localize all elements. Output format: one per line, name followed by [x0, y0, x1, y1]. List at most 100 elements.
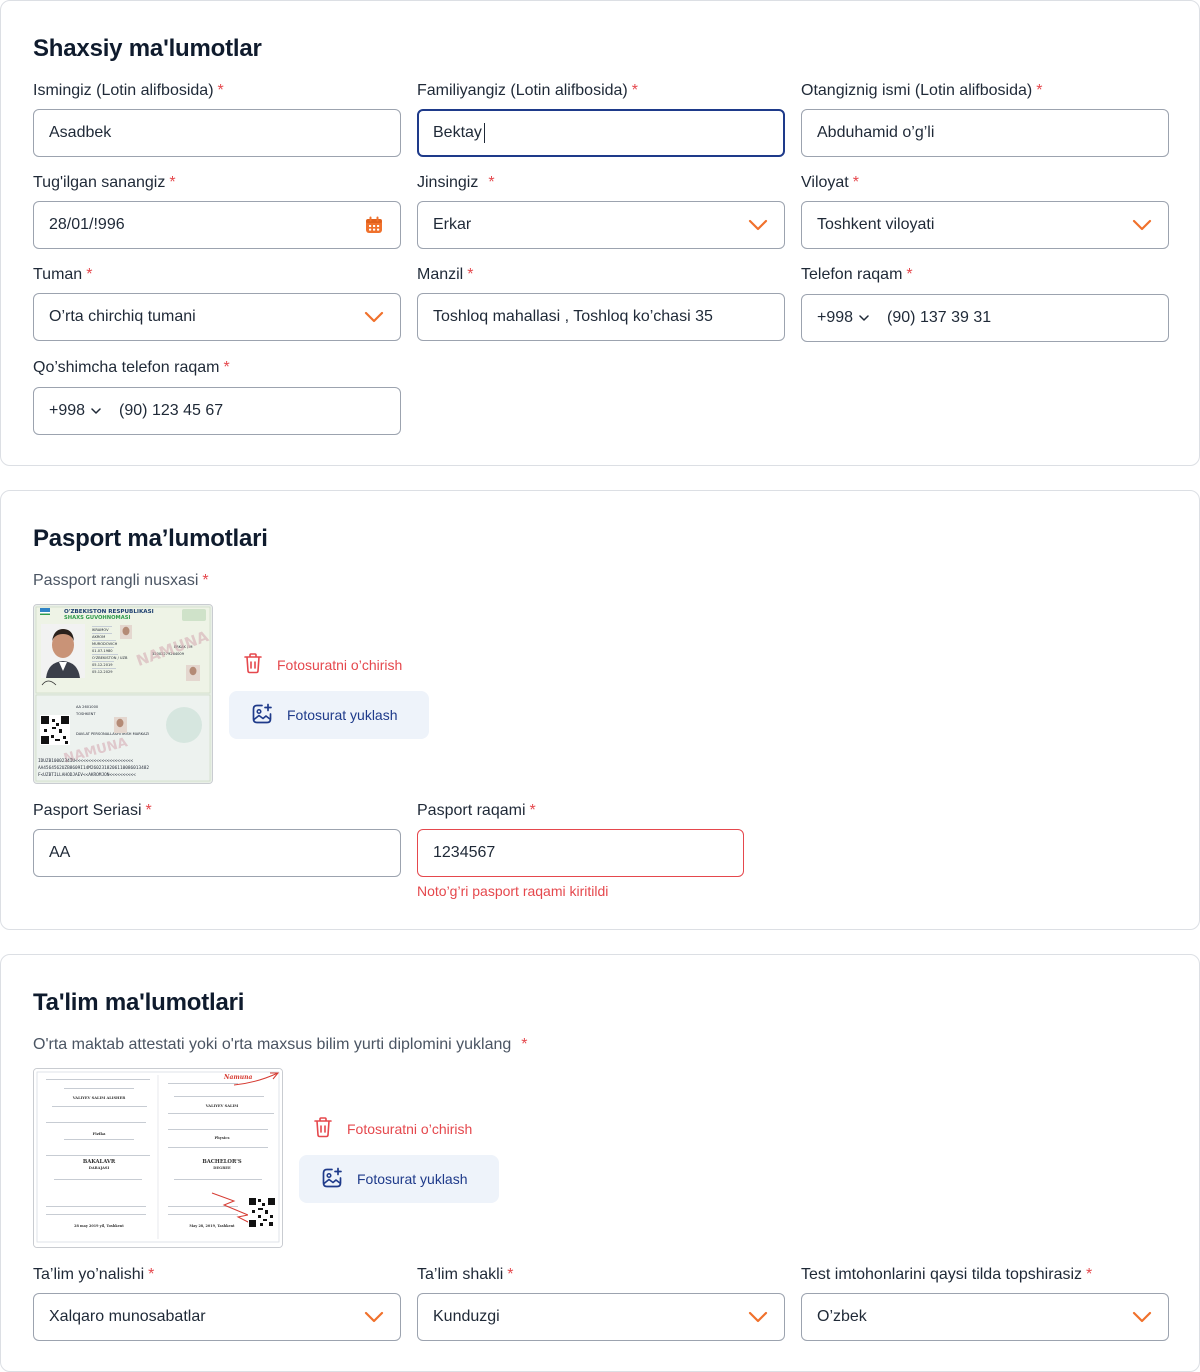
chevron-down-icon — [1131, 1306, 1153, 1328]
birth-date-field[interactable]: 28/01/!996 — [33, 201, 401, 249]
gender-value: Erkar — [433, 216, 472, 233]
last-name-field[interactable]: Bektay — [417, 109, 785, 157]
diploma-left-degree: BAKALAVR — [83, 1159, 116, 1165]
address-label: Manzil * — [417, 266, 474, 283]
id-nationality-back: AA 2601000 — [76, 705, 99, 709]
diploma-right-name: VALIYEV SALIM — [205, 1104, 238, 1108]
chevron-down-icon — [91, 402, 101, 420]
district-label: Tuman * — [33, 266, 93, 283]
direction-value: Xalqaro munosabatlar — [49, 1308, 206, 1325]
diploma-left-name: VALIYEV SALIM ALISHER — [72, 1096, 125, 1100]
phone-value: (90) 137 39 31 — [887, 309, 992, 326]
gender-label: Jinsingiz * — [417, 174, 495, 191]
study-form-value: Kunduzgi — [433, 1308, 500, 1325]
passport-copy-label: Passport rangli nusxasi * — [33, 572, 209, 589]
patronymic-label: Otangiznig ismi (Lotin alifbosida) * — [801, 82, 1043, 99]
calendar-icon[interactable] — [363, 214, 385, 236]
passport-number-value: 1234567 — [433, 844, 496, 861]
chevron-down-icon — [363, 306, 385, 328]
id-dob: 01.07.1980 — [92, 649, 113, 653]
chevron-down-icon — [747, 1306, 769, 1328]
country-code-select[interactable]: +998 — [817, 309, 869, 327]
education-info-title: Ta'lim ma'lumotlari — [33, 989, 245, 1016]
exam-language-value: O’zbek — [817, 1308, 867, 1325]
chevron-down-icon — [363, 1306, 385, 1328]
passport-series-field[interactable]: AA — [33, 829, 401, 877]
id-mrz3: F<UZBTILLAHODJAEV<<AKROMJON<<<<<<<<<< — [38, 772, 136, 778]
diploma-left-field: Fizika — [93, 1131, 106, 1136]
chevron-down-icon — [859, 309, 869, 327]
trash-icon — [243, 652, 263, 677]
diploma-left-degree2: DARAJASI — [89, 1166, 110, 1170]
exam-language-select[interactable]: O’zbek — [801, 1293, 1169, 1341]
personal-info-card: Shaxsiy ma'lumotlar Ismingiz (Lotin alif… — [0, 0, 1200, 466]
exam-language-label: Test imtohonlarini qaysi tilda topshiras… — [801, 1266, 1093, 1283]
id-mrz1: IDUZB1000234IU<<<<<<<<<<<<<<<<<<<<<< — [38, 758, 134, 764]
region-label: Viloyat * — [801, 174, 859, 191]
id-place: TOSHKENT — [75, 712, 96, 716]
passport-info-title: Pasport ma’lumotlari — [33, 525, 268, 552]
passport-series-label: Pasport Seriasi * — [33, 802, 152, 819]
chevron-down-icon — [1131, 214, 1153, 236]
passport-series-value: AA — [49, 844, 71, 861]
address-field[interactable]: Toshloq mahallasi , Toshloq ko’chasi 35 — [417, 293, 785, 341]
delete-diploma-photo-button[interactable]: Fotosuratni o’chirish — [313, 1116, 472, 1141]
passport-number-field[interactable]: 1234567 — [417, 829, 744, 877]
id-given: AKROM — [92, 635, 105, 639]
district-value: O’rta chirchiq tumani — [49, 308, 196, 325]
address-value: Toshloq mahallasi , Toshloq ko’chasi 35 — [433, 308, 713, 325]
diploma-right-date: May 28, 2019, Tashkent — [189, 1224, 235, 1228]
extra-phone-value: (90) 123 45 67 — [119, 402, 224, 419]
id-doc-name: SHAXS GUVOHNOMASI — [64, 615, 130, 621]
last-name-label: Familiyangiz (Lotin alifbosida) * — [417, 82, 638, 99]
diploma-right-degree2: DEGREE — [213, 1166, 231, 1170]
id-patronymic: MURODOVICH — [92, 642, 118, 646]
delete-passport-photo-button[interactable]: Fotosuratni o’chirish — [243, 652, 402, 677]
direction-label: Ta’lim yo’nalishi * — [33, 1266, 155, 1283]
region-select[interactable]: Toshkent viloyati — [801, 201, 1169, 249]
last-name-value: Bektay — [433, 124, 482, 142]
diploma-right-field: Physics — [214, 1136, 229, 1140]
extra-phone-label: Qo’shimcha telefon raqam * — [33, 359, 230, 376]
trash-icon — [313, 1116, 333, 1141]
diploma-upload-hint: O'rta maktab attestati yoki o'rta maxsus… — [33, 1036, 528, 1053]
diploma-right-degree: BACHELOR'S — [202, 1159, 241, 1165]
country-code-select[interactable]: +998 — [49, 402, 101, 420]
phone-label: Telefon raqam * — [801, 266, 913, 283]
id-mrz2: AA4564562UZB8609I14M26023182061100860134… — [38, 765, 149, 771]
region-value: Toshkent viloyati — [817, 216, 935, 233]
education-info-card: Ta'lim ma'lumotlari O'rta maktab attesta… — [0, 954, 1200, 1372]
direction-select[interactable]: Xalqaro munosabatlar — [33, 1293, 401, 1341]
first-name-field[interactable]: Asadbek — [33, 109, 401, 157]
id-surname: IKRAMOV — [92, 628, 109, 632]
passport-number-error: Noto’g’ri pasport raqami kiritildi — [417, 883, 609, 899]
study-form-label: Ta’lim shakli * — [417, 1266, 514, 1283]
id-issue: 05.12.2019 — [92, 663, 113, 667]
id-authority: DAVLAT PERSONALLASHTIRISH MARKAZI — [76, 732, 149, 736]
passport-number-label: Pasport raqami * — [417, 802, 536, 819]
passport-info-card: Pasport ma’lumotlari Passport rangli nus… — [0, 490, 1200, 930]
upload-diploma-photo-button[interactable]: Fotosurat yuklash — [299, 1155, 499, 1203]
chevron-down-icon — [747, 214, 769, 236]
study-form-select[interactable]: Kunduzgi — [417, 1293, 785, 1341]
image-add-icon — [251, 703, 273, 728]
extra-phone-field[interactable]: +998 (90) 123 45 67 — [33, 387, 401, 435]
birth-date-label: Tug'ilgan sanangiz * — [33, 174, 176, 191]
gender-select[interactable]: Erkar — [417, 201, 785, 249]
passport-image: O'ZBEKISTON RESPUBLIKASI SHAXS GUVOHNOMA… — [33, 604, 213, 784]
first-name-label: Ismingiz (Lotin alifbosida) * — [33, 82, 224, 99]
first-name-value: Asadbek — [49, 124, 112, 141]
patronymic-value: Abduhamid o’g’li — [817, 124, 935, 141]
personal-info-title: Shaxsiy ma'lumotlar — [33, 35, 262, 62]
patronymic-field[interactable]: Abduhamid o’g’li — [801, 109, 1169, 157]
text-caret — [483, 123, 485, 143]
phone-field[interactable]: +998 (90) 137 39 31 — [801, 294, 1169, 342]
district-select[interactable]: O’rta chirchiq tumani — [33, 293, 401, 341]
id-nationality: O'ZBEKISTON / UZB — [92, 656, 128, 660]
diploma-left-date: 28 may 2019 yil, Toshkent — [74, 1224, 124, 1228]
birth-date-value: 28/01/!996 — [49, 216, 125, 233]
id-expiry: 05.12.2029 — [92, 670, 113, 674]
upload-passport-photo-button[interactable]: Fotosurat yuklash — [229, 691, 429, 739]
diploma-stamp: Namuna — [223, 1074, 252, 1081]
diploma-image: VALIYEV SALIM ALISHER Fizika BAKALAVR DA… — [33, 1068, 283, 1248]
